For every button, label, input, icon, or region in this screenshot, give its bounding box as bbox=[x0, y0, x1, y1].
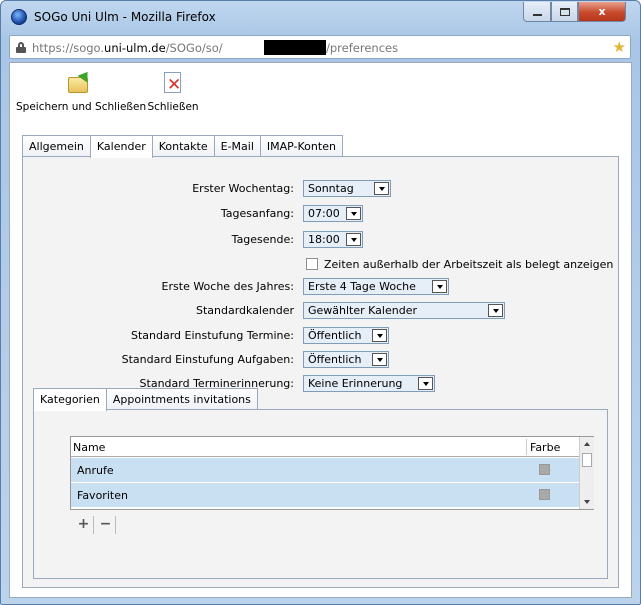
scroll-thumb[interactable] bbox=[582, 453, 592, 467]
tab-email[interactable]: E-Mail bbox=[213, 135, 261, 157]
tab-allgemein[interactable]: Allgemein bbox=[22, 135, 91, 157]
chevron-down-icon bbox=[372, 353, 387, 366]
column-name-header: Name bbox=[73, 441, 106, 454]
save-and-close-button[interactable]: Speichern und Schließen bbox=[16, 68, 146, 113]
maximize-button[interactable] bbox=[551, 2, 578, 22]
lock-icon bbox=[16, 42, 26, 53]
busy-outside-label: Zeiten außerhalb der Arbeitszeit als bel… bbox=[324, 258, 614, 271]
browser-window: SOGo Uni Ulm - Mozilla Firefox x https:/… bbox=[0, 0, 641, 605]
event-class-label: Standard Einstufung Termine: bbox=[131, 329, 294, 342]
tab-kalender[interactable]: Kalender bbox=[89, 135, 153, 158]
main-tabs: Allgemein Kalender Kontakte E-Mail IMAP-… bbox=[22, 135, 343, 158]
first-weekday-label: Erster Wochentag: bbox=[192, 182, 294, 195]
busy-outside-checkbox[interactable] bbox=[306, 258, 318, 270]
table-header: Name Farbe bbox=[71, 437, 579, 457]
scroll-up-icon[interactable] bbox=[580, 437, 594, 451]
sub-tabs: Kategorien Appointments invitations bbox=[33, 388, 258, 411]
chevron-down-icon bbox=[432, 280, 447, 293]
color-swatch[interactable] bbox=[539, 489, 550, 500]
default-calendar-label: Standardkalender bbox=[195, 304, 294, 317]
save-folder-icon bbox=[66, 68, 93, 95]
task-class-label: Standard Einstufung Aufgaben: bbox=[121, 353, 294, 366]
chevron-down-icon bbox=[372, 329, 387, 342]
minimize-button[interactable] bbox=[523, 2, 551, 22]
add-category-button[interactable]: + bbox=[74, 516, 94, 534]
day-end-label: Tagesende: bbox=[231, 233, 294, 246]
redacted-block bbox=[264, 40, 326, 55]
table-row[interactable]: Favoriten bbox=[71, 483, 579, 507]
event-class-select[interactable]: Öffentlich bbox=[303, 327, 389, 344]
category-name: Anrufe bbox=[77, 464, 114, 477]
scroll-down-icon[interactable] bbox=[580, 495, 594, 509]
first-weekday-select[interactable]: Sonntag bbox=[303, 180, 391, 197]
close-window-button[interactable]: x bbox=[578, 2, 626, 22]
maximize-icon bbox=[559, 7, 570, 16]
day-start-select[interactable]: 07:00 bbox=[303, 205, 363, 222]
categories-table: Name Farbe Anrufe Favoriten bbox=[70, 436, 594, 510]
close-icon: x bbox=[598, 5, 606, 18]
column-color-header: Farbe bbox=[526, 439, 560, 455]
reminder-select[interactable]: Keine Erinnerung bbox=[303, 375, 435, 392]
calendar-settings-panel: Erster Wochentag: Sonntag Tagesanfang: 0… bbox=[22, 156, 619, 588]
url-suffix: /preferences bbox=[326, 41, 399, 55]
category-name: Favoriten bbox=[77, 489, 128, 502]
tab-appointments-invitations[interactable]: Appointments invitations bbox=[105, 388, 258, 410]
tab-imap-konten[interactable]: IMAP-Konten bbox=[259, 135, 343, 157]
window-title: SOGo Uni Ulm - Mozilla Firefox bbox=[34, 10, 216, 24]
bookmark-star-icon[interactable]: ★ bbox=[613, 38, 626, 56]
chevron-down-icon bbox=[488, 304, 503, 317]
chevron-down-icon bbox=[418, 377, 433, 390]
preferences-dialog: Speichern und Schließen ✕ Schließen Allg… bbox=[9, 62, 632, 598]
default-calendar-select[interactable]: Gewählter Kalender bbox=[303, 302, 505, 319]
categories-panel: Name Farbe Anrufe Favoriten + − bbox=[33, 409, 608, 579]
tab-kategorien[interactable]: Kategorien bbox=[33, 388, 107, 411]
task-class-select[interactable]: Öffentlich bbox=[303, 351, 389, 368]
close-document-icon: ✕ bbox=[161, 71, 185, 95]
title-bar: SOGo Uni Ulm - Mozilla Firefox x bbox=[1, 1, 640, 33]
day-end-select[interactable]: 18:00 bbox=[303, 231, 363, 248]
tab-kontakte[interactable]: Kontakte bbox=[151, 135, 215, 157]
chevron-down-icon bbox=[346, 233, 361, 246]
toolbar: Speichern und Schließen ✕ Schließen bbox=[10, 63, 631, 129]
address-bar[interactable]: https://sogo.uni-ulm.de/SOGo/so/ /prefer… bbox=[9, 35, 631, 59]
url-text: https://sogo.uni-ulm.de/SOGo/so/ bbox=[32, 41, 223, 55]
table-scrollbar[interactable] bbox=[579, 437, 594, 509]
close-button[interactable]: ✕ Schließen bbox=[144, 71, 202, 113]
color-swatch[interactable] bbox=[539, 464, 550, 475]
remove-category-button[interactable]: − bbox=[96, 516, 116, 534]
chevron-down-icon bbox=[346, 207, 361, 220]
day-start-label: Tagesanfang: bbox=[220, 207, 294, 220]
minimize-icon bbox=[532, 13, 542, 16]
chevron-down-icon bbox=[374, 182, 389, 195]
firefox-icon bbox=[11, 9, 27, 25]
first-week-select[interactable]: Erste 4 Tage Woche bbox=[303, 278, 449, 295]
first-week-label: Erste Woche des Jahres: bbox=[161, 280, 294, 293]
table-row[interactable]: Anrufe bbox=[71, 458, 579, 482]
